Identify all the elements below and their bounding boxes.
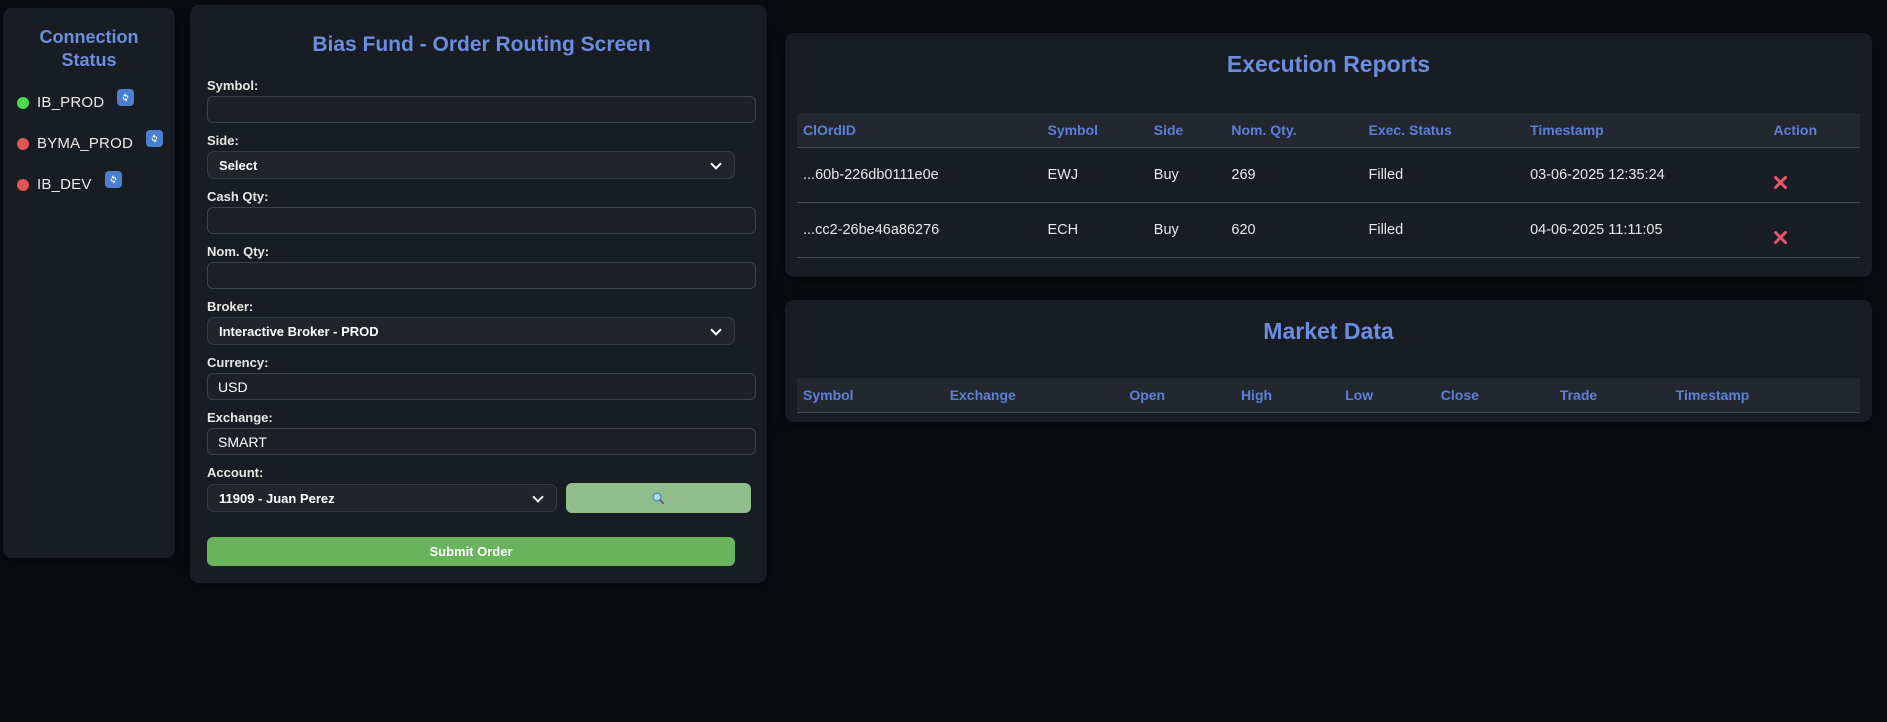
connection-status-panel: Connection Status IB_PROD BYMA_PROD IB_D… [3,8,175,558]
currency-group: Currency: [207,356,756,400]
currency-label: Currency: [207,355,269,370]
market-data-title: Market Data [1263,318,1394,344]
status-dot-disconnected [17,178,29,191]
execution-report-row: ...cc2-26be46a86276 ECH Buy 620 Filled 0… [797,202,1860,258]
col-trade: Trade [1553,378,1670,413]
col-close: Close [1434,378,1554,413]
side-group: Side: Select [207,134,756,179]
exchange-group: Exchange: [207,411,756,455]
col-exchange: Exchange [943,378,1124,413]
search-icon [652,492,665,504]
col-side: Side [1147,113,1226,148]
account-label: Account: [207,465,264,480]
sync-arrows-icon [151,134,158,143]
cell-nom-qty: 620 [1225,202,1363,258]
cell-timestamp: 03-06-2025 12:35:24 [1524,147,1768,203]
col-timestamp: Timestamp [1524,113,1768,148]
side-select[interactable]: Select [207,151,735,179]
exchange-input[interactable] [207,428,756,455]
order-routing-panel: Bias Fund - Order Routing Screen Symbol:… [190,5,767,583]
table-header-row: ClOrdID Symbol Side Nom. Qty. Exec. Stat… [797,113,1860,148]
sync-arrows-icon [122,93,129,102]
cell-side: Buy [1147,147,1226,203]
cell-clordid: ...60b-226db0111e0e [797,147,1042,203]
cell-clordid: ...cc2-26be46a86276 [797,202,1042,258]
refresh-icon[interactable] [104,171,122,188]
col-timestamp: Timestamp [1669,378,1860,413]
table-header-row: Symbol Exchange Open High Low Close Trad… [797,378,1860,413]
cell-side: Buy [1147,202,1226,258]
cell-timestamp: 04-06-2025 11:11:05 [1524,202,1768,258]
cell-nom-qty: 269 [1225,147,1363,203]
col-clordid: ClOrdID [797,113,1042,148]
broker-select[interactable]: Interactive Broker - PROD [207,317,735,345]
execution-reports-title: Execution Reports [1226,51,1431,77]
col-symbol: Symbol [797,378,944,413]
connection-status-title: Connection Status [39,27,139,70]
col-symbol: Symbol [1041,113,1148,148]
execution-reports-table: ClOrdID Symbol Side Nom. Qty. Exec. Stat… [797,113,1860,258]
symbol-label: Symbol: [207,78,259,93]
col-exec-status: Exec. Status [1362,113,1525,148]
currency-input[interactable] [207,373,756,400]
side-label: Side: [207,133,239,148]
cell-action [1767,147,1860,203]
col-low: Low [1339,378,1435,413]
broker-label: Broker: [207,299,254,314]
cash-qty-group: Cash Qty: [207,190,756,234]
cell-exec-status: Filled [1362,202,1525,258]
refresh-icon[interactable] [117,89,135,106]
connection-row-byma-prod: BYMA_PROD [17,130,165,152]
market-data-table: Symbol Exchange Open High Low Close Trad… [797,378,1860,413]
cell-action [1767,202,1860,258]
col-high: High [1234,378,1340,413]
cell-exec-status: Filled [1362,147,1525,203]
status-dot-connected [17,96,29,109]
connection-name: IB_DEV [37,176,92,193]
refresh-icon[interactable] [146,130,163,147]
nom-qty-input[interactable] [207,262,756,289]
col-action: Action [1767,113,1860,148]
symbol-group: Symbol: [207,79,756,123]
cell-symbol: ECH [1041,202,1148,258]
broker-group: Broker: Interactive Broker - PROD [207,300,756,345]
execution-report-row: ...60b-226db0111e0e EWJ Buy 269 Filled 0… [797,147,1860,203]
connection-name: BYMA_PROD [37,135,133,152]
account-select[interactable]: 11909 - Juan Perez [207,484,557,512]
submit-order-button[interactable]: Submit Order [207,537,735,566]
cash-qty-label: Cash Qty: [207,189,269,204]
nom-qty-label: Nom. Qty: [207,244,270,259]
account-search-button[interactable] [566,483,751,513]
order-routing-title: Bias Fund - Order Routing Screen [312,33,651,56]
connection-name: IB_PROD [37,94,105,111]
cell-symbol: EWJ [1041,147,1148,203]
connection-row-ib-dev: IB_DEV [17,171,165,193]
sync-arrows-icon [110,175,116,184]
exchange-label: Exchange: [207,410,273,425]
col-nom-qty: Nom. Qty. [1225,113,1363,148]
connection-row-ib-prod: IB_PROD [17,89,165,111]
col-open: Open [1123,378,1235,413]
cash-qty-input[interactable] [207,207,756,234]
account-group: Account: 11909 - Juan Perez [207,466,756,513]
status-dot-disconnected [17,137,29,150]
symbol-input[interactable] [207,96,756,123]
market-data-panel: Market Data Symbol Exchange Open High Lo… [785,300,1872,422]
nom-qty-group: Nom. Qty: [207,245,756,289]
execution-reports-panel: Execution Reports ClOrdID Symbol Side No… [785,33,1872,277]
